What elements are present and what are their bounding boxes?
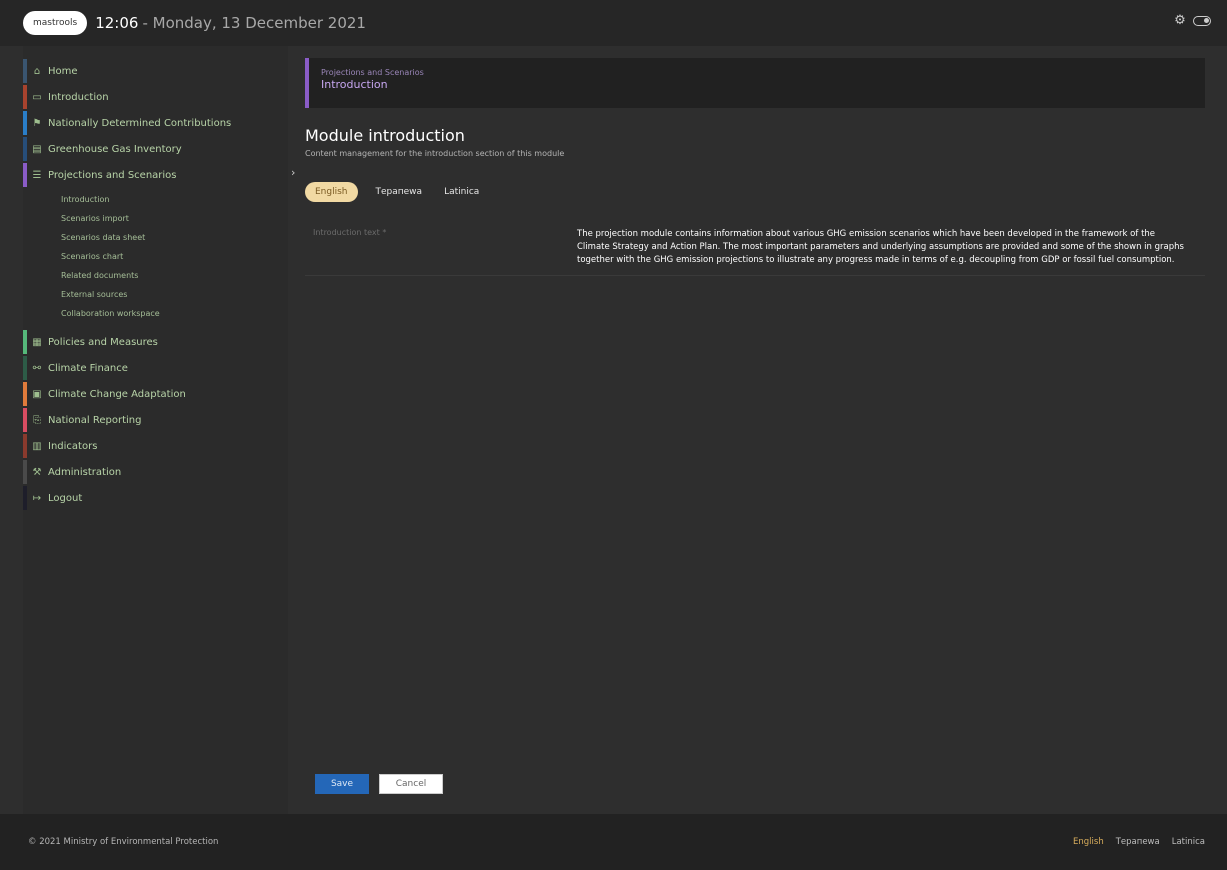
sidebar-item-label: Nationally Determined Contributions <box>48 117 232 129</box>
save-button[interactable]: Save <box>315 774 369 794</box>
cancel-button[interactable]: Cancel <box>379 774 443 794</box>
sidebar-item-ghg-inventory[interactable]: ▤ Greenhouse Gas Inventory <box>23 136 288 162</box>
clock-time: 12:06 <box>95 14 139 32</box>
chevron-right-icon[interactable]: › <box>291 166 295 179</box>
field-label: Introduction text * <box>313 228 387 237</box>
sidebar-item-label: Greenhouse Gas Inventory <box>48 143 182 155</box>
nav-color-bar <box>23 356 27 380</box>
sidebar-item-label: Logout <box>48 492 83 504</box>
subnav-item-scenarios-data-sheet[interactable]: Scenarios data sheet <box>61 228 288 247</box>
tab-cyrillic[interactable]: Терапеwа <box>372 182 427 202</box>
sidebar-item-adaptation[interactable]: ▣ Climate Change Adaptation <box>23 381 288 407</box>
sidebar-item-label: Climate Finance <box>48 362 128 374</box>
form-actions: Save Cancel <box>315 774 443 794</box>
sidebar-item-label: Indicators <box>48 440 98 452</box>
introduction-text-row: Introduction text * The projection modul… <box>305 228 1205 276</box>
footer-language-switcher: English Терапеwа Latinica <box>1073 837 1205 847</box>
sidebar-item-logout[interactable]: ↦ Logout <box>23 485 288 511</box>
sidebar-item-label: Introduction <box>48 91 109 103</box>
app-logo[interactable]: mastrools <box>23 11 88 35</box>
sidebar-item-administration[interactable]: ⚒ Administration <box>23 459 288 485</box>
sidebar-item-climate-finance[interactable]: ⚯ Climate Finance <box>23 355 288 381</box>
tools-icon: ⚒ <box>32 466 42 478</box>
subnav-item-external-sources[interactable]: External sources <box>61 285 288 304</box>
settings-icon[interactable]: ⚙ <box>1173 14 1187 28</box>
sidebar-item-label: Administration <box>48 466 122 478</box>
footer: © 2021 Ministry of Environmental Protect… <box>0 814 1227 870</box>
window-icon: ▣ <box>32 388 42 400</box>
nav-color-bar <box>23 85 27 109</box>
top-icons: ⚙ <box>1173 14 1211 28</box>
home-icon: ⌂ <box>33 65 41 77</box>
nav-color-bar <box>23 111 27 135</box>
sidebar-item-indicators[interactable]: ▥ Indicators <box>23 433 288 459</box>
link-icon: ⚯ <box>32 362 42 374</box>
subnav-item-scenarios-import[interactable]: Scenarios import <box>61 209 288 228</box>
theme-toggle-icon[interactable] <box>1193 16 1211 26</box>
sidebar-item-ndc[interactable]: ⚑ Nationally Determined Contributions <box>23 110 288 136</box>
sidebar-item-label: Home <box>48 65 78 77</box>
footer-lang-english[interactable]: English <box>1073 837 1104 847</box>
sidebar-item-label: Policies and Measures <box>48 336 158 348</box>
sidebar-item-label: Climate Change Adaptation <box>48 388 186 400</box>
copyright-text: © 2021 Ministry of Environmental Protect… <box>28 837 219 847</box>
nav-color-bar <box>23 434 27 458</box>
footer-lang-latinica[interactable]: Latinica <box>1172 837 1205 847</box>
clock-date: - Monday, 13 December 2021 <box>142 14 366 32</box>
page-title: Module introduction <box>305 126 465 145</box>
list-icon: ☰ <box>32 169 42 181</box>
sidebar-item-introduction[interactable]: ▭ Introduction <box>23 84 288 110</box>
grid-icon: ▦ <box>32 336 42 348</box>
subnav-item-scenarios-chart[interactable]: Scenarios chart <box>61 247 288 266</box>
chart-icon: ▥ <box>32 440 42 452</box>
breadcrumb-current: Introduction <box>321 78 388 91</box>
nav-color-bar <box>23 460 27 484</box>
nav-color-bar <box>23 408 27 432</box>
tab-english[interactable]: English <box>305 182 358 202</box>
sidebar: ⌂ Home ▭ Introduction ⚑ Nationally Deter… <box>23 46 288 814</box>
top-bar: mastrools 12:06 - Monday, 13 December 20… <box>0 0 1227 46</box>
page-subtitle: Content management for the introduction … <box>305 149 565 158</box>
nav-color-bar <box>23 137 27 161</box>
share-icon: ⎘ <box>33 414 41 426</box>
sidebar-item-label: Projections and Scenarios <box>48 169 177 181</box>
sidebar-item-home[interactable]: ⌂ Home <box>23 58 288 84</box>
subnav-item-introduction[interactable]: Introduction <box>61 190 288 209</box>
flag-icon: ⚑ <box>32 117 42 129</box>
language-tabs: English Терапеwа Latinica <box>305 182 1205 202</box>
subnav-item-collaboration-workspace[interactable]: Collaboration workspace <box>61 304 288 323</box>
introduction-text-editor[interactable]: The projection module contains informati… <box>577 228 1187 267</box>
breadcrumb-parent[interactable]: Projections and Scenarios <box>321 68 1193 77</box>
tab-latinica[interactable]: Latinica <box>440 182 483 202</box>
logout-icon: ↦ <box>32 492 42 504</box>
sidebar-item-projections[interactable]: ☰ Projections and Scenarios <box>23 162 288 188</box>
nav-color-bar <box>23 163 27 187</box>
sidebar-item-label: National Reporting <box>48 414 142 426</box>
sidebar-item-policies[interactable]: ▦ Policies and Measures <box>23 329 288 355</box>
footer-lang-cyrillic[interactable]: Терапеwа <box>1116 837 1160 847</box>
nav-color-bar <box>23 382 27 406</box>
subnav-item-related-documents[interactable]: Related documents <box>61 266 288 285</box>
sidebar-item-national-reporting[interactable]: ⎘ National Reporting <box>23 407 288 433</box>
breadcrumb: Projections and Scenarios Introduction <box>305 58 1205 108</box>
nav-color-bar <box>23 330 27 354</box>
projections-subnav: Introduction Scenarios import Scenarios … <box>23 188 288 329</box>
nav-color-bar <box>23 486 27 510</box>
nav-color-bar <box>23 59 27 83</box>
calendar-icon: ▤ <box>32 143 42 155</box>
main-content: Projections and Scenarios Introduction M… <box>305 58 1205 276</box>
book-icon: ▭ <box>32 91 42 103</box>
